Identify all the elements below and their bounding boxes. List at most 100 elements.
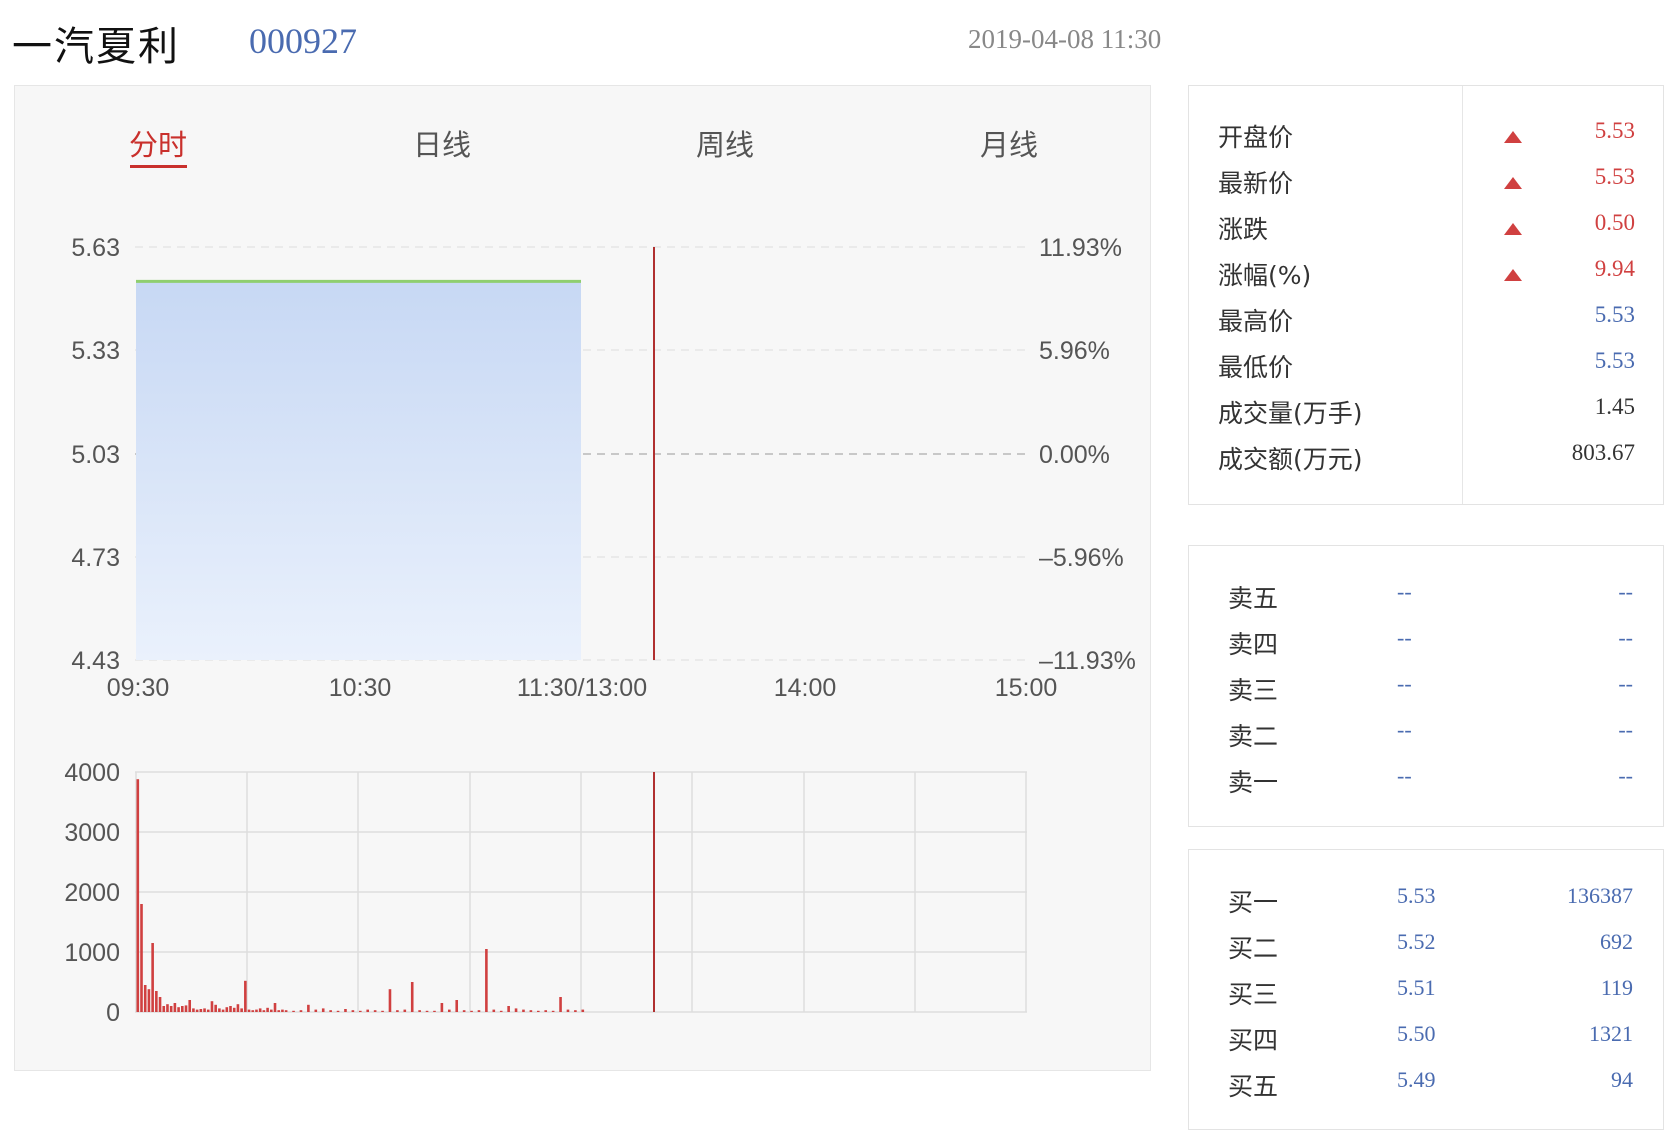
volume-bar — [270, 1009, 273, 1012]
volume-bar — [140, 904, 143, 1012]
up-arrow-icon — [1504, 223, 1522, 235]
volume-bar — [537, 1010, 540, 1012]
volume-bar — [433, 1010, 436, 1012]
volume-bar — [143, 985, 147, 1012]
volume-bar — [266, 1007, 269, 1012]
volume-bar — [258, 1008, 262, 1012]
bid-price: 5.51 — [1397, 975, 1436, 1000]
volume-bar — [251, 1010, 255, 1012]
time-tick-label: 10:30 — [329, 674, 392, 702]
volume-bar — [366, 1009, 370, 1012]
volume-bar — [485, 949, 488, 1012]
volume-bar — [158, 997, 162, 1012]
volume-bar — [192, 1008, 195, 1012]
quote-value: 5.53 — [1594, 348, 1635, 373]
volume-bar — [462, 1010, 466, 1012]
volume-bar — [247, 1009, 251, 1012]
volume-bar — [262, 1010, 266, 1012]
ask-price: -- — [1397, 671, 1412, 696]
volume-bar — [255, 1009, 258, 1012]
volume-bar — [162, 1006, 166, 1012]
volume-bar — [470, 1010, 473, 1012]
stock-code[interactable]: 000927 — [249, 20, 357, 62]
volume-bar — [418, 1010, 421, 1012]
price-tick-label: 4.43 — [71, 647, 120, 675]
bid-label: 买一 — [1228, 888, 1279, 917]
ask-label: 卖五 — [1228, 584, 1279, 613]
ask-volume: -- — [1618, 579, 1633, 604]
up-arrow-icon — [1504, 131, 1522, 143]
quote-panel: 开盘价 5.53 最新价 5.53 涨跌 0.50 涨幅(%) 9.94 最高价… — [1188, 85, 1664, 505]
ask-volume: -- — [1618, 717, 1633, 742]
volume-bar — [155, 991, 158, 1012]
volume-bar — [177, 1007, 180, 1012]
bid-label: 买五 — [1228, 1072, 1279, 1101]
volume-bar — [277, 1010, 281, 1012]
volume-bar — [232, 1007, 236, 1012]
ask-price: -- — [1397, 717, 1412, 742]
percent-tick-label: –5.96% — [1039, 544, 1124, 572]
ask-row: 卖五 -- -- — [1189, 579, 1663, 625]
volume-bar — [344, 1009, 347, 1012]
volume-bar — [381, 1010, 384, 1012]
quote-value: 0.50 — [1594, 210, 1635, 235]
quote-value: 9.94 — [1594, 256, 1635, 281]
bid-row: 买二 5.52 692 — [1189, 929, 1663, 975]
bid-row: 买一 5.53 136387 — [1189, 883, 1663, 929]
time-tick-label: 15:00 — [995, 674, 1058, 702]
quote-row-change: 涨跌 0.50 — [1189, 210, 1663, 256]
volume-bar — [559, 997, 562, 1012]
volume-bar — [240, 1008, 243, 1012]
ask-row: 卖四 -- -- — [1189, 625, 1663, 671]
price-tick-label: 5.33 — [71, 337, 120, 365]
volume-bar — [173, 1003, 177, 1012]
chart-panel: 分时 日线 周线 月线 5.63 5.33 5.03 4.73 4.43 11.… — [14, 85, 1151, 1071]
volume-bar — [184, 1005, 188, 1012]
volume-bar — [396, 1010, 399, 1012]
volume-bar — [321, 1008, 325, 1012]
ask-row: 卖三 -- -- — [1189, 671, 1663, 717]
volume-bar — [566, 1009, 570, 1012]
volume-bar — [522, 1009, 525, 1012]
volume-tick-label: 4000 — [64, 759, 120, 787]
volume-bar — [214, 1004, 217, 1012]
volume-bar — [199, 1009, 203, 1012]
up-arrow-icon — [1504, 177, 1522, 189]
volume-bar — [425, 1010, 429, 1012]
ask-row: 卖一 -- -- — [1189, 763, 1663, 809]
volume-bar — [273, 1003, 277, 1012]
volume-bar — [221, 1009, 225, 1012]
volume-bar — [136, 779, 140, 1012]
volume-bar — [314, 1009, 318, 1012]
quote-row-open: 开盘价 5.53 — [1189, 118, 1663, 164]
quote-value: 5.53 — [1594, 118, 1635, 143]
volume-bar — [181, 1006, 184, 1012]
ask-label: 卖二 — [1228, 722, 1279, 751]
quote-row-volume: 成交量(万手) 1.45 — [1189, 394, 1663, 440]
volume-bar — [225, 1007, 229, 1012]
volume-bar — [403, 1009, 407, 1012]
ask-price: -- — [1397, 625, 1412, 650]
quote-value: 803.67 — [1571, 440, 1635, 465]
quote-label: 成交量(万手) — [1218, 399, 1363, 428]
time-tick-label: 14:00 — [774, 674, 837, 702]
quote-label: 成交额(万元) — [1218, 445, 1363, 474]
bid-row: 买五 5.49 94 — [1189, 1067, 1663, 1113]
quote-row-high: 最高价 5.53 — [1189, 302, 1663, 348]
bid-label: 买二 — [1228, 934, 1279, 963]
volume-bar — [307, 1004, 310, 1012]
quote-label: 涨跌 — [1218, 215, 1269, 244]
volume-bar — [544, 1010, 548, 1012]
volume-bar — [507, 1006, 510, 1012]
volume-bar — [203, 1008, 206, 1012]
volume-bar — [151, 943, 154, 1012]
price-area — [136, 281, 581, 660]
volume-bar — [166, 1004, 169, 1012]
time-tick-label: 09:30 — [107, 674, 170, 702]
volume-bar — [529, 1010, 533, 1012]
stock-name: 一汽夏利 — [12, 24, 180, 70]
volume-bar — [188, 1000, 192, 1012]
volume-bar — [477, 1010, 481, 1012]
quote-row-latest: 最新价 5.53 — [1189, 164, 1663, 210]
volume-bar — [551, 1010, 555, 1012]
